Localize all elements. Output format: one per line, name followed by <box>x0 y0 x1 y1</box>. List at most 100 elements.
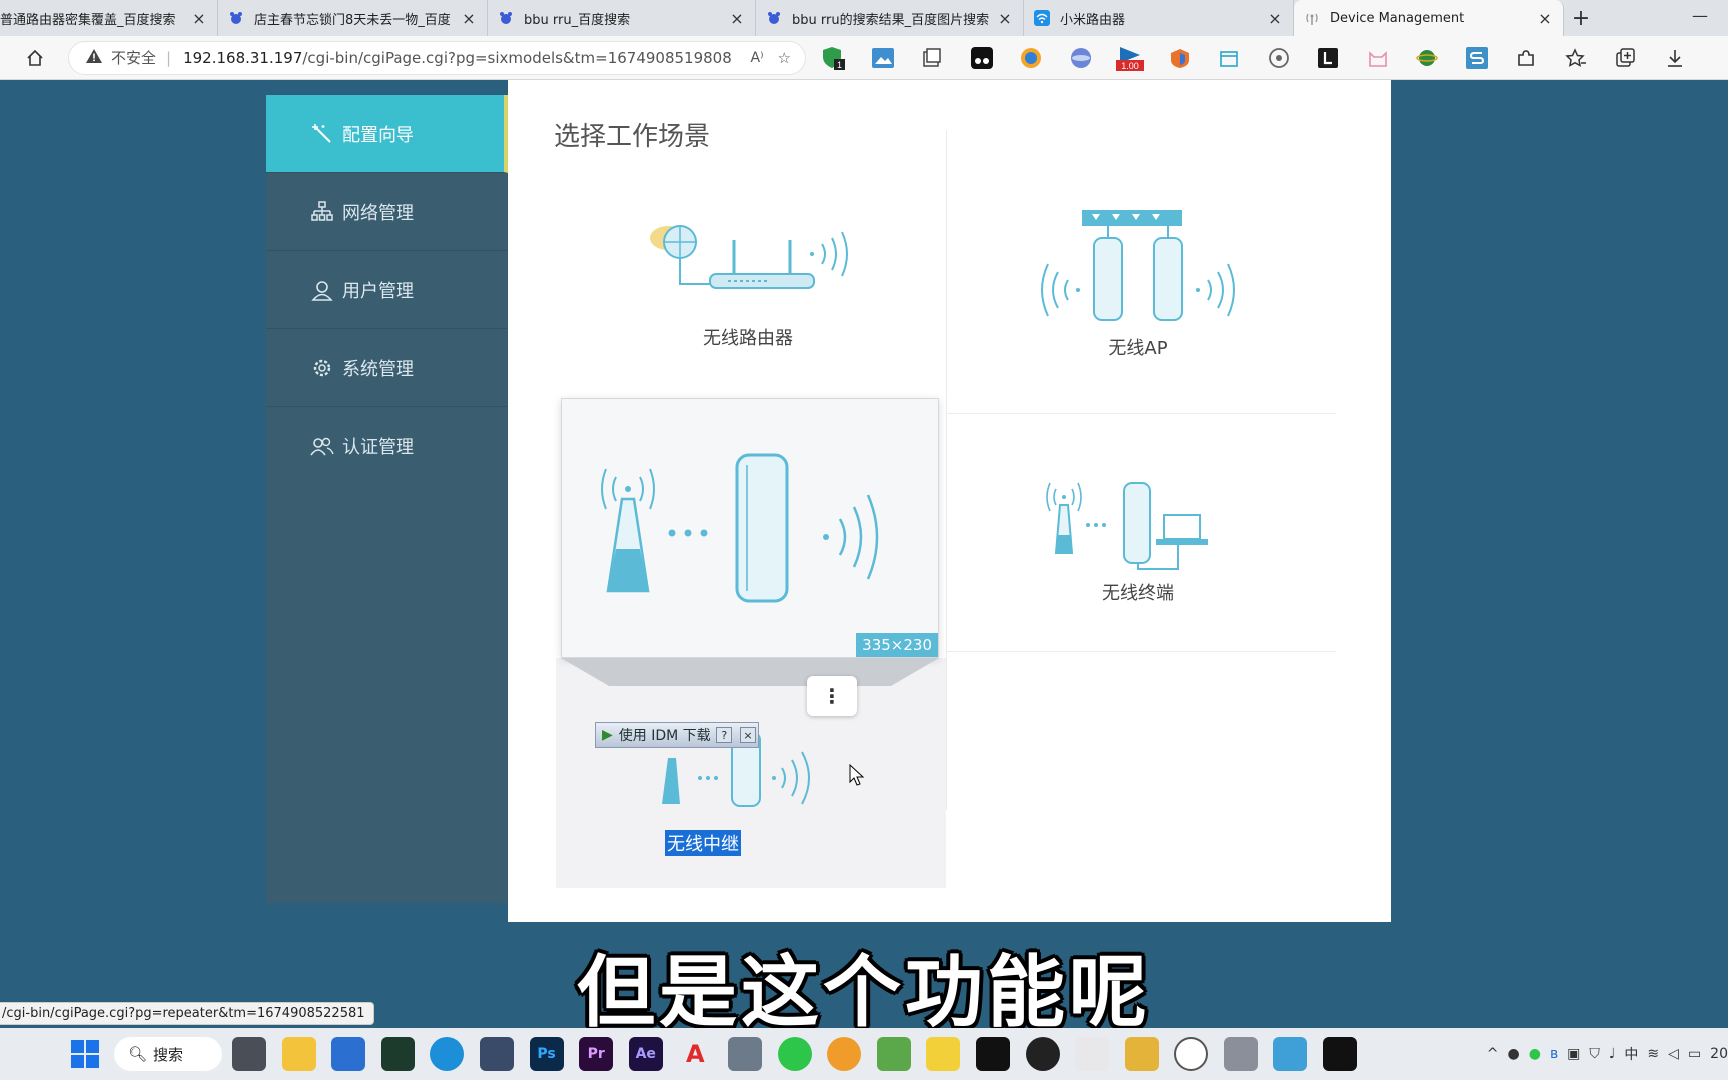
close-icon[interactable]: × <box>461 9 477 28</box>
wheel-extension-icon[interactable] <box>1262 41 1296 75</box>
windows-taskbar: 🔍︎ 搜索 Ps Pr Ae A ^ ● ● ʙ ▣ ⛉ ♩ 中 ≋ ◁ ▭ 2… <box>0 1028 1728 1080</box>
speed-extension-icon[interactable]: 1.00 <box>1113 41 1147 75</box>
mode-selection-panel: 选择工作场景 无线路由器 无线AP 无线终端 335×230 ⋮ ▶ 使用 ID… <box>508 80 1391 922</box>
shield-extension-icon[interactable]: 1 <box>816 41 850 75</box>
tray-wechat-icon[interactable]: ● <box>1529 1046 1541 1062</box>
mode-wireless-repeater[interactable] <box>556 658 946 888</box>
clock-app-icon[interactable] <box>1174 1037 1209 1071</box>
tab-3[interactable]: bbu rru的搜索结果_百度图片搜索 × <box>756 0 1024 36</box>
warning-icon[interactable] <box>85 48 103 68</box>
close-icon[interactable]: × <box>1267 9 1283 28</box>
windows-start-icon[interactable] <box>70 1039 100 1069</box>
puzzle-extensions-icon[interactable] <box>1509 41 1543 75</box>
idm-download-label[interactable]: 使用 IDM 下载 <box>619 725 711 745</box>
network-tray-icon[interactable]: ▣ <box>1567 1046 1580 1062</box>
security-label[interactable]: 不安全 <box>111 47 156 68</box>
file-explorer-icon[interactable] <box>281 1037 316 1071</box>
photoshop-icon[interactable]: Ps <box>529 1037 564 1071</box>
ime-icon[interactable]: 中 <box>1624 1044 1638 1064</box>
sidebar-item-setup-wizard[interactable]: 配置向导 <box>266 95 508 173</box>
mode-label: 无线AP <box>1108 338 1168 359</box>
chevron-up-icon[interactable]: ^ <box>1487 1046 1499 1062</box>
sidebar-item-users[interactable]: 用户管理 <box>266 251 508 329</box>
capcut-icon[interactable] <box>975 1037 1010 1071</box>
tab-strip: 普通路由器密集覆盖_百度搜索 × 店主春节忘锁门8天未丢一物_百度 × bbu … <box>0 0 1728 36</box>
tab-device-management[interactable]: Device Management × <box>1294 0 1564 36</box>
letter-l-extension-icon[interactable] <box>1311 41 1345 75</box>
tab-4[interactable]: 小米路由器 × <box>1024 0 1294 36</box>
add-favorite-icon[interactable]: ☆ <box>778 49 791 67</box>
home-icon[interactable] <box>20 48 50 68</box>
photos-app-icon[interactable] <box>1075 1037 1110 1071</box>
defender-icon[interactable]: ⛉ <box>1589 1046 1600 1062</box>
tab-1[interactable]: 店主春节忘锁门8天未丢一物_百度 × <box>218 0 488 36</box>
microphone-app-icon[interactable] <box>1223 1037 1258 1071</box>
users-icon <box>310 434 334 458</box>
fox-extension-icon[interactable] <box>1163 41 1197 75</box>
user-icon <box>310 278 334 302</box>
mic-tray-icon[interactable]: ♩ <box>1609 1046 1616 1062</box>
battery-icon[interactable]: ▭ <box>1688 1046 1701 1062</box>
favorites-icon[interactable] <box>1559 41 1593 75</box>
mode-wireless-terminal[interactable]: 无线终端 <box>978 475 1298 605</box>
wechat-icon[interactable] <box>777 1037 812 1071</box>
collections-extension-icon[interactable] <box>915 41 949 75</box>
mouse-cursor-icon <box>849 764 865 786</box>
edge-browser-icon[interactable] <box>430 1037 465 1071</box>
color-extension-icon[interactable] <box>1014 41 1048 75</box>
tab-2[interactable]: bbu rru_百度搜索 × <box>488 0 756 36</box>
premiere-icon[interactable]: Pr <box>579 1037 614 1071</box>
more-options-button[interactable]: ⋮ <box>807 676 857 716</box>
s-extension-icon[interactable] <box>1460 41 1494 75</box>
volume-icon[interactable]: ◁ <box>1668 1046 1679 1062</box>
close-icon[interactable]: × <box>997 9 1013 28</box>
terminal-app-icon[interactable] <box>380 1037 415 1071</box>
diamond-app-icon[interactable] <box>876 1037 911 1071</box>
idm-help-button[interactable]: ? <box>716 727 733 743</box>
close-icon[interactable]: × <box>191 9 207 28</box>
download-icon[interactable] <box>1658 41 1692 75</box>
close-icon[interactable]: × <box>729 9 745 28</box>
close-icon[interactable]: × <box>1537 9 1553 28</box>
maps-app-icon[interactable] <box>1124 1037 1159 1071</box>
calendar-extension-icon[interactable] <box>1212 41 1246 75</box>
play-icon: ▶ <box>602 727 613 743</box>
collections-icon[interactable] <box>1608 41 1642 75</box>
mode-wireless-ap[interactable]: 无线AP <box>978 210 1298 360</box>
sidebar-item-auth[interactable]: 认证管理 <box>266 407 508 485</box>
calculator-icon[interactable] <box>727 1037 762 1071</box>
idm-download-bar[interactable]: ▶ 使用 IDM 下载 ? × <box>595 722 759 748</box>
cat-extension-icon[interactable] <box>1361 41 1395 75</box>
store-icon[interactable] <box>331 1037 366 1071</box>
box-app-icon[interactable] <box>479 1037 514 1071</box>
planet-extension-icon[interactable] <box>1410 41 1444 75</box>
player-app-icon[interactable] <box>926 1037 961 1071</box>
globe-extension-icon[interactable] <box>1064 41 1098 75</box>
notepad-icon[interactable] <box>1273 1037 1308 1071</box>
video-subtitle: 但是这个功能呢 <box>576 948 1151 1038</box>
sidebar-item-network[interactable]: 网络管理 <box>266 173 508 251</box>
preview-pointer <box>561 658 939 686</box>
gear-icon <box>310 356 334 380</box>
tampermonkey-icon[interactable] <box>965 41 999 75</box>
tab-0[interactable]: 普通路由器密集覆盖_百度搜索 × <box>0 0 218 36</box>
tray-app-icon[interactable]: ● <box>1508 1046 1520 1062</box>
sidebar-item-system[interactable]: 系统管理 <box>266 329 508 407</box>
new-tab-button[interactable]: + <box>1564 0 1598 36</box>
after-effects-icon[interactable]: Ae <box>628 1037 663 1071</box>
minimize-button[interactable]: — <box>1692 6 1708 25</box>
task-view-icon[interactable] <box>232 1037 266 1071</box>
image-extension-icon[interactable] <box>866 41 900 75</box>
idm-close-button[interactable]: × <box>739 727 756 743</box>
capcut-alt-icon[interactable] <box>1323 1037 1358 1071</box>
clock-fragment[interactable]: 20 <box>1710 1046 1728 1062</box>
wifi-tray-icon[interactable]: ≋ <box>1647 1046 1659 1062</box>
address-bar[interactable]: 不安全 | 192.168.31.197 /cgi-bin/cgiPage.cg… <box>68 40 806 75</box>
obs-icon[interactable] <box>1025 1037 1060 1071</box>
read-aloud-icon[interactable]: A⁾ <box>751 50 764 66</box>
bluetooth-icon[interactable]: ʙ <box>1550 1046 1558 1062</box>
taskbar-search[interactable]: 🔍︎ 搜索 <box>114 1037 222 1071</box>
magnifier-app-icon[interactable] <box>827 1037 862 1071</box>
acrobat-icon[interactable]: A <box>678 1037 712 1071</box>
mode-wireless-router[interactable]: 无线路由器 <box>608 210 888 350</box>
